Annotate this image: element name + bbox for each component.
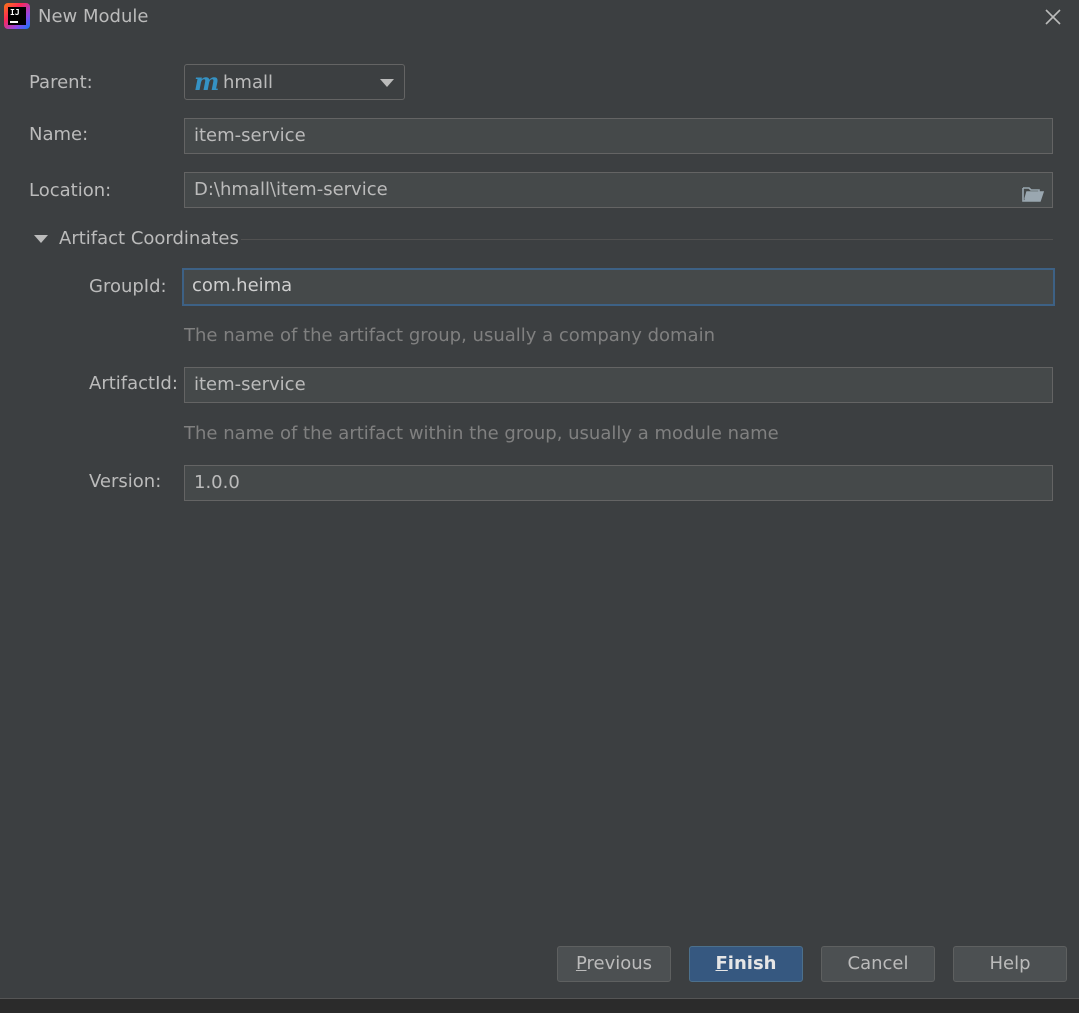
artifactid-hint: The name of the artifact within the grou… [184, 423, 779, 444]
version-label: Version: [89, 471, 162, 492]
bottom-edge [0, 998, 1079, 1013]
artifactid-field[interactable]: item-service [184, 367, 1053, 403]
collapse-triangle-icon[interactable] [34, 235, 48, 243]
title-bar: IJ New Module [0, 0, 1079, 36]
chevron-down-icon [380, 79, 394, 87]
window-title: New Module [38, 6, 149, 27]
version-field[interactable]: 1.0.0 [184, 465, 1053, 501]
finish-mnemonic: F [715, 953, 728, 974]
artifact-coordinates-header[interactable]: Artifact Coordinates [59, 228, 239, 249]
location-label: Location: [29, 180, 112, 201]
section-divider [241, 239, 1053, 240]
finish-button[interactable]: Finish [689, 946, 803, 982]
maven-icon: m [194, 67, 220, 96]
location-field[interactable]: D:\hmall\item-service [184, 172, 1053, 208]
finish-label: inish [727, 953, 777, 974]
cancel-button[interactable]: Cancel [821, 946, 935, 982]
new-module-dialog: IJ New Module Parent: m hmall Name: item… [0, 0, 1079, 1013]
close-icon[interactable] [1041, 5, 1065, 29]
artifactid-label: ArtifactId: [89, 373, 178, 394]
groupid-field[interactable]: com.heima [182, 268, 1055, 306]
parent-label: Parent: [29, 72, 93, 93]
help-button[interactable]: Help [953, 946, 1067, 982]
name-field[interactable]: item-service [184, 118, 1053, 154]
parent-value: hmall [223, 72, 273, 93]
previous-mnemonic: P [575, 953, 587, 974]
parent-dropdown[interactable]: m hmall [184, 64, 405, 100]
location-value: D:\hmall\item-service [194, 179, 388, 200]
groupid-label: GroupId: [89, 276, 167, 297]
intellij-idea-icon: IJ [4, 3, 30, 29]
folder-icon[interactable] [1022, 181, 1045, 202]
groupid-hint: The name of the artifact group, usually … [184, 325, 715, 346]
previous-button[interactable]: Previous [557, 946, 671, 982]
previous-label: revious [586, 953, 653, 974]
name-label: Name: [29, 124, 89, 145]
